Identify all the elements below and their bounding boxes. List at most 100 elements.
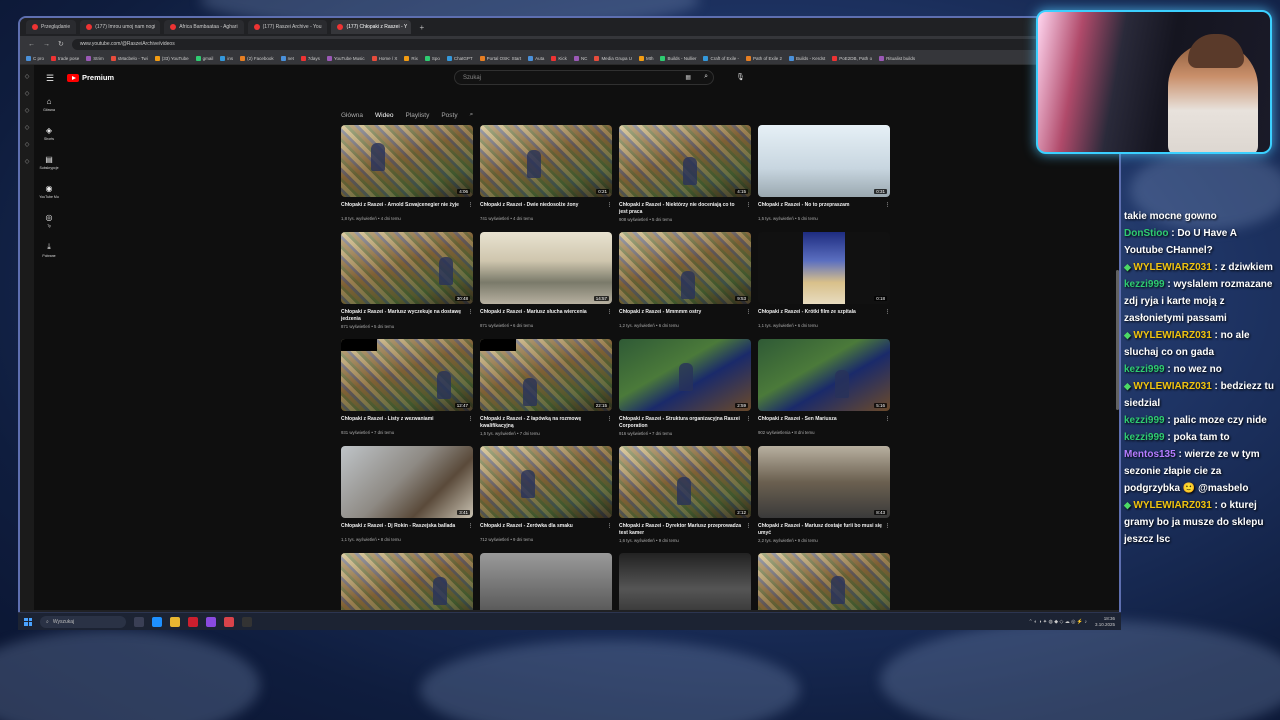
tab-główna[interactable]: Główna [341,112,363,119]
more-options-icon[interactable]: ⋮ [746,416,751,423]
video-title[interactable]: Chłopaki z Raszei - Krótki film ze szpit… [758,309,890,321]
chat-username[interactable]: kezzi999 [1124,432,1165,443]
windows-start-icon[interactable] [24,617,32,626]
more-options-icon[interactable]: ⋮ [746,523,751,530]
bookmark-item[interactable]: YouTube Music [326,55,365,61]
video-card[interactable]: 5:16 Chłopaki z Raszei - Sen Mariusza ⋮ 902… [758,339,890,436]
bookmark-item[interactable]: Builds - Nullier [660,55,696,61]
chat-username[interactable]: DonStioo [1124,228,1168,239]
nav-item-główna[interactable]: ⌂ Główna [43,97,55,112]
chat-username[interactable]: kezzi999 [1124,415,1165,426]
video-title[interactable]: Chłopaki z Raszei - Sen Mariusza ⋮ [758,416,890,428]
video-card[interactable]: 0:18 Chłopaki z Raszei - Krótki film ze s… [758,232,890,329]
opera-icon[interactable] [188,616,198,627]
video-card[interactable]: 9:53 Chłopaki z Raszei - Mmmmm ostry ⋮ 1,2 … [619,232,751,329]
browser-tab[interactable]: (177) Chłopaki z Raszei - Y [331,20,412,34]
chat-username[interactable]: Mentos135 [1124,449,1176,460]
nav-item-ty[interactable]: ◎ Ty [46,213,53,228]
more-options-icon[interactable]: ⋮ [885,416,890,423]
video-card[interactable]: 0:21 Chłopaki z Raszei - Dwie niedosolże … [480,125,612,222]
bookmark-item[interactable]: ChatGPT [446,55,473,61]
bookmark-item[interactable]: Mth [638,55,653,61]
tab-playlisty[interactable]: Playlisty [405,112,429,119]
sidebar-tool-icon[interactable]: ◇ [25,141,30,148]
forward-icon[interactable]: → [43,41,50,48]
nav-item-shorts[interactable]: ◈ Shorts [44,126,54,141]
video-card[interactable]: 2:59 Chłopaki z Raszei - Struktura organi… [619,339,751,436]
bookmark-item[interactable]: gmail [195,55,213,61]
video-thumbnail[interactable]: 4:15 [619,125,751,197]
video-thumbnail[interactable]: 9:53 [619,232,751,304]
bookmark-item[interactable]: Craft of Exile - [703,55,739,61]
search-input[interactable]: Szukaj ▦ ⌕ [454,70,714,85]
more-options-icon[interactable]: ⋮ [885,309,890,316]
video-thumbnail[interactable]: 5:16 [758,339,890,411]
bookmark-item[interactable]: ins [220,55,233,61]
microphone-icon[interactable]: 🎙 [736,73,745,81]
chat-username[interactable]: WYLEWIARZ031 [1133,381,1211,392]
app-icon[interactable] [206,616,216,627]
bookmark-item[interactable]: Kick [551,55,567,61]
more-options-icon[interactable]: ⋮ [607,523,612,530]
video-card[interactable]: 22:15 Chłopaki z Raszei - Z łapówką na ro… [480,339,612,436]
browser-tab[interactable]: Przeglądanie [26,20,77,34]
video-title[interactable]: Chłopaki z Raszei - Z łapówką na rozmowę… [480,416,612,429]
browser-tab[interactable]: Africa Bambaataa - Aghari [164,20,244,34]
video-title[interactable]: Chłopaki z Raszei - Listy z wezwaniami ⋮ [341,416,473,428]
bookmark-item[interactable]: Path of Exile 2 [746,55,782,61]
tray-icons[interactable]: ⌃ ◐ ◑ ✦ ◍ ◆ ◇ ☁ ◎ ⚡ ♪ [1029,619,1087,625]
sidebar-tool-icon[interactable]: ◇ [25,158,30,165]
edge-icon[interactable] [152,616,162,627]
video-card[interactable]: 4:06 Chłopaki z Raszei - Arnold Szwajcene… [341,125,473,222]
bookmark-item[interactable]: trade pose [51,55,79,61]
nav-item-subskrypcje[interactable]: ▤ Subskrypcje [39,155,58,170]
video-thumbnail[interactable]: 14:57 [480,232,612,304]
more-options-icon[interactable]: ⋮ [468,202,473,209]
more-options-icon[interactable]: ⋮ [746,202,751,209]
video-card[interactable]: 2:12 Chłopaki z Raszei - Dyrektor Mariusz… [619,446,751,543]
video-card[interactable]: Chłopaki z Raszei - Zerówka dla smaku ⋮ 71… [480,446,612,543]
bookmark-item[interactable]: 7days [300,55,320,61]
new-tab-icon[interactable]: + [415,23,428,32]
bookmark-item[interactable]: PoE2DB, Path o [832,55,872,61]
browser-tab[interactable]: (177) Raszei Archive - You [247,20,328,34]
bookmark-item[interactable]: Rix [404,55,418,61]
video-title[interactable]: Chłopaki z Raszei - Mmmmm ostry ⋮ [619,309,751,321]
more-options-icon[interactable]: ⋮ [885,202,890,209]
video-thumbnail[interactable]: 3:41 [341,446,473,518]
video-title[interactable]: Chłopaki z Raszei - Dj Rokin - Raszejska… [341,523,473,535]
more-options-icon[interactable]: ⋮ [607,202,612,209]
sidebar-tool-icon[interactable]: ◇ [25,124,30,131]
video-card[interactable]: 3:41 Chłopaki z Raszei - Dj Rokin - Rasze… [341,446,473,543]
sidebar-tool-icon[interactable]: ◇ [25,107,30,114]
video-title[interactable]: Chłopaki z Raszei - No to przepraszam ⋮ [758,202,890,214]
bookmark-item[interactable]: Portal OSK: Start [479,55,521,61]
tab-posty[interactable]: Posty [441,112,457,119]
video-title[interactable]: Chłopaki z Raszei - Mariusz wyczekuje na… [341,309,473,322]
video-title[interactable]: Chłopaki z Raszei - Mariusz słucha wierc… [480,309,612,321]
video-thumbnail[interactable]: 2:59 [619,339,751,411]
video-card[interactable]: 14:57 Chłopaki z Raszei - Mariusz słucha … [480,232,612,329]
video-thumbnail[interactable]: 8:43 [758,446,890,518]
video-thumbnail[interactable]: 2:12 [619,446,751,518]
chat-username[interactable]: WYLEWIARZ031 [1133,500,1211,511]
video-thumbnail[interactable]: 12:47 [341,339,473,411]
video-thumbnail[interactable]: 0:21 [480,125,612,197]
keyboard-icon[interactable]: ▦ [685,74,691,81]
video-title[interactable]: Chłopaki z Raszei - Arnold Szwajcenegier… [341,202,473,214]
video-title[interactable]: Chłopaki z Raszei - Dwie niedosolże żony… [480,202,612,214]
taskbar-search[interactable]: ⌕ Wyszukaj [40,615,126,628]
chat-username[interactable]: kezzi999 [1124,279,1165,290]
chat-username[interactable]: kezzi999 [1124,364,1165,375]
more-options-icon[interactable]: ⋮ [607,416,612,423]
bookmark-item[interactable]: NC [573,55,587,61]
video-card[interactable]: 0:31 Chłopaki z Raszei - No to przeprasza… [758,125,890,222]
sidebar-tool-icon[interactable]: ◇ [25,73,30,80]
more-options-icon[interactable]: ⋮ [746,309,751,316]
more-options-icon[interactable]: ⋮ [468,309,473,316]
more-options-icon[interactable]: ⋮ [468,416,473,423]
more-options-icon[interactable]: ⋮ [885,523,890,530]
channel-search-icon[interactable]: ⌕ [470,111,474,119]
bookmark-item[interactable]: Builds - Kerdst [789,55,825,61]
video-title[interactable]: Chłopaki z Raszei - Mariusz dostaje furi… [758,523,890,536]
